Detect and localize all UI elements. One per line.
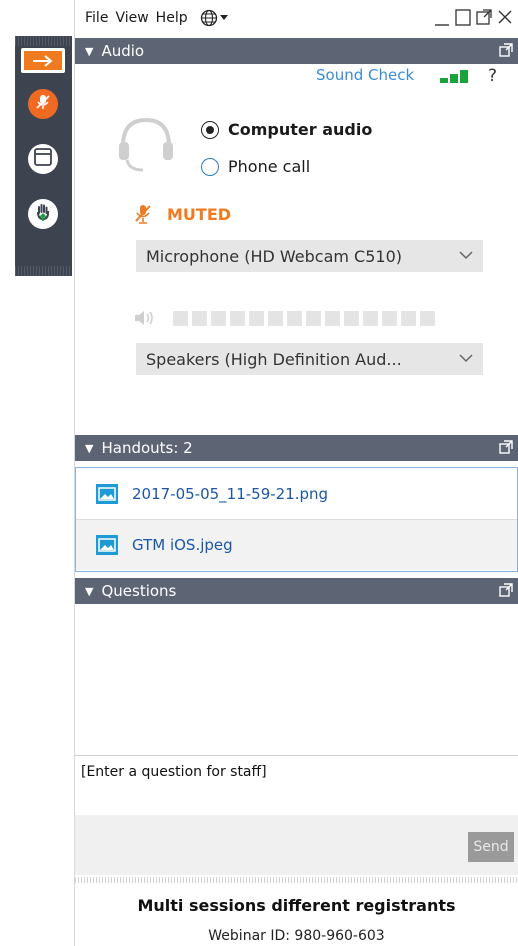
audio-panel-title: Audio	[101, 42, 145, 60]
chevron-down-icon	[459, 251, 473, 260]
computer-audio-label: Computer audio	[228, 120, 373, 139]
handout-file-name: GTM iOS.jpeg	[132, 536, 233, 554]
control-panel-window: File View Help ▼ Audio Sound Check ? Com…	[74, 0, 518, 946]
show-panel-button[interactable]	[28, 144, 58, 174]
image-file-icon	[96, 483, 118, 504]
questions-panel-title: Questions	[101, 582, 177, 600]
chevron-down-icon	[459, 354, 473, 363]
toolbar-grip-top[interactable]	[15, 36, 72, 46]
minimize-icon[interactable]	[434, 7, 450, 27]
phone-call-label: Phone call	[228, 157, 311, 176]
microphone-muted-icon	[34, 93, 52, 115]
speakers-select-value: Speakers (High Definition Aud...	[146, 349, 402, 369]
collapse-triangle-icon: ▼	[85, 44, 94, 58]
collapse-triangle-icon: ▼	[85, 441, 94, 455]
volume-level-bars	[173, 310, 435, 326]
menu-view[interactable]: View	[115, 10, 148, 26]
webinar-title: Multi sessions different registrants	[137, 896, 456, 915]
handouts-list: 2017-05-05_11-59-21.png GTM iOS.jpeg	[75, 467, 518, 572]
questions-log	[75, 604, 518, 754]
radio-selected[interactable]	[201, 120, 219, 139]
close-icon[interactable]	[497, 7, 513, 27]
collapse-triangle-icon: ▼	[85, 584, 94, 598]
caret-down-icon	[219, 15, 228, 20]
toolbar-grip-bottom[interactable]	[15, 266, 72, 276]
webinar-id: Webinar ID: 980-960-603	[208, 928, 385, 944]
pop-out-icon[interactable]	[476, 7, 492, 27]
menu-file[interactable]: File	[85, 10, 108, 26]
raise-hand-button[interactable]	[28, 199, 58, 229]
mute-microphone-button[interactable]	[28, 89, 58, 119]
globe-icon	[200, 9, 217, 27]
questions-panel-header[interactable]: ▼ Questions	[75, 578, 518, 604]
speaker-volume-meter	[133, 309, 435, 327]
handouts-panel-title: Handouts: 2	[101, 439, 193, 457]
image-file-icon	[96, 535, 118, 555]
window-controls	[434, 7, 513, 27]
mute-status[interactable]: MUTED	[133, 203, 231, 225]
microphone-muted-icon	[135, 205, 151, 224]
footer-divider	[75, 877, 518, 883]
headset-icon	[119, 117, 173, 172]
computer-audio-option[interactable]: Computer audio	[201, 120, 372, 139]
question-send-bar: Send	[75, 815, 518, 875]
signal-strength-icon	[440, 70, 468, 83]
list-item[interactable]: 2017-05-05_11-59-21.png	[76, 468, 517, 519]
handout-file-name: 2017-05-05_11-59-21.png	[132, 484, 329, 503]
control-toolbar	[15, 36, 72, 276]
raise-hand-icon	[33, 202, 53, 226]
menu-help[interactable]: Help	[156, 10, 188, 26]
radio-unselected[interactable]	[201, 157, 219, 176]
window-icon	[33, 147, 53, 171]
speakers-select[interactable]: Speakers (High Definition Aud...	[136, 343, 483, 375]
language-menu[interactable]	[200, 9, 228, 27]
sound-check-link[interactable]: Sound Check	[316, 66, 414, 84]
muted-label: MUTED	[167, 204, 232, 224]
microphone-select-value: Microphone (HD Webcam C510)	[146, 246, 403, 266]
speaker-icon	[135, 311, 153, 325]
detach-panel-icon[interactable]	[499, 583, 513, 597]
audio-panel-header[interactable]: ▼ Audio	[75, 38, 518, 64]
detach-panel-icon[interactable]	[499, 440, 513, 454]
list-item[interactable]: GTM iOS.jpeg	[76, 519, 517, 570]
handouts-panel-header[interactable]: ▼ Handouts: 2	[75, 435, 518, 461]
arrow-right-icon	[24, 51, 62, 70]
detach-panel-icon[interactable]	[499, 43, 513, 57]
send-button[interactable]: Send	[468, 832, 514, 862]
collapse-panel-button[interactable]	[21, 48, 65, 73]
question-input[interactable]: [Enter a question for staff]	[75, 755, 518, 815]
menu-bar: File View Help	[75, 0, 518, 36]
maximize-icon[interactable]	[455, 7, 471, 27]
audio-help-button[interactable]: ?	[488, 66, 497, 86]
phone-call-option[interactable]: Phone call	[201, 157, 310, 176]
microphone-select[interactable]: Microphone (HD Webcam C510)	[136, 240, 483, 272]
